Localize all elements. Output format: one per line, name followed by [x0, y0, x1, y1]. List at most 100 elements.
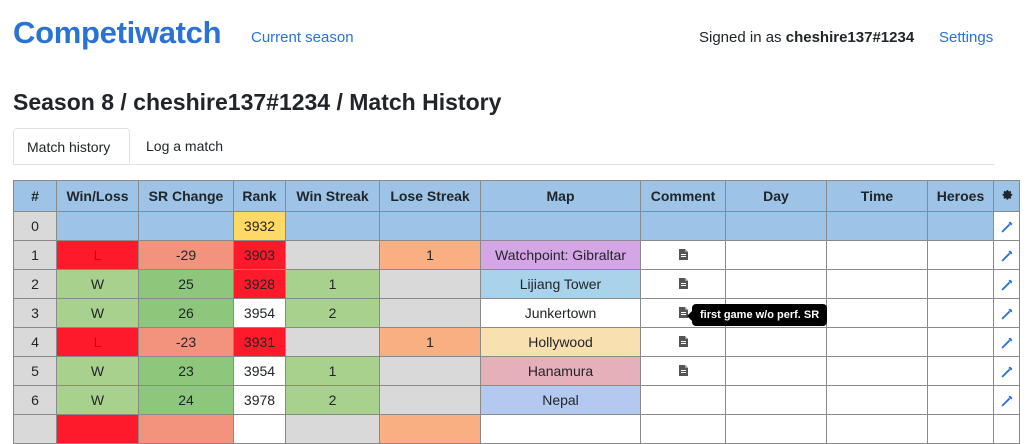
partial-cell [993, 414, 1020, 444]
table-settings-button[interactable] [993, 180, 1020, 212]
pencil-icon[interactable] [1000, 336, 1014, 350]
sr-change-cell [138, 211, 234, 241]
heroes-cell [927, 269, 994, 299]
document-icon[interactable] [678, 278, 688, 289]
column-header-number: # [13, 180, 57, 212]
lose-streak-cell [379, 356, 481, 386]
table-row: 3 W 26 3954 2 Junkertown [13, 298, 1020, 328]
map-cell: Watchpoint: Gibraltar [480, 240, 641, 270]
pencil-icon[interactable] [1000, 394, 1014, 408]
table-row: 2 W 25 3928 1 Lijiang Tower [13, 269, 1020, 299]
partial-cell [13, 414, 57, 444]
comment-tooltip: first game w/o perf. SR [686, 304, 828, 326]
partial-cell [640, 414, 726, 444]
time-cell [826, 356, 928, 386]
edit-button-cell[interactable] [993, 211, 1020, 241]
heroes-cell [927, 385, 994, 415]
win-streak-cell [285, 240, 380, 270]
partial-cell [826, 414, 928, 444]
page-title: Season 8 / cheshire137#1234 / Match Hist… [13, 89, 502, 115]
win-loss-cell: L [56, 327, 139, 357]
match-number-cell: 1 [13, 240, 57, 270]
edit-button-cell[interactable] [993, 385, 1020, 415]
lose-streak-cell: 1 [379, 240, 481, 270]
time-cell [826, 327, 928, 357]
partial-cell [379, 414, 481, 444]
match-number-cell: 0 [13, 211, 57, 241]
signed-in-status: Signed in as cheshire137#1234 [699, 29, 914, 46]
rank-cell: 3932 [233, 211, 286, 241]
map-cell: Nepal [480, 385, 641, 415]
edit-button-cell[interactable] [993, 356, 1020, 386]
column-header-win-streak: Win Streak [285, 180, 380, 212]
edit-button-cell[interactable] [993, 327, 1020, 357]
win-loss-cell: W [56, 269, 139, 299]
document-icon[interactable] [678, 365, 688, 376]
day-cell [725, 385, 827, 415]
heroes-cell [927, 240, 994, 270]
tab-match-history[interactable]: Match history [13, 128, 130, 164]
edit-button-cell[interactable] [993, 269, 1020, 299]
pencil-icon[interactable] [1000, 249, 1014, 263]
gear-icon [1002, 190, 1012, 200]
document-icon[interactable] [678, 336, 688, 347]
column-header-lose-streak: Lose Streak [379, 180, 481, 212]
match-number-cell: 4 [13, 327, 57, 357]
pencil-icon[interactable] [1000, 307, 1014, 321]
sr-change-cell: 26 [138, 298, 234, 328]
comment-cell [640, 269, 726, 299]
edit-button-cell[interactable] [993, 298, 1020, 328]
table-row: 1 L -29 3903 1 Watchpoint: Gibraltar [13, 240, 1020, 270]
document-icon[interactable] [678, 249, 688, 260]
pencil-icon[interactable] [1000, 220, 1014, 234]
table-row: 5 W 23 3954 1 Hanamura [13, 356, 1020, 386]
partial-cell [56, 414, 139, 444]
table-header-row: # Win/Loss SR Change Rank Win Streak Los… [13, 180, 1020, 212]
column-header-map: Map [480, 180, 641, 212]
match-number-cell: 6 [13, 385, 57, 415]
lose-streak-cell [379, 385, 481, 415]
top-navbar: Competiwatch Current season Signed in as… [0, 0, 1034, 70]
comment-cell [640, 211, 726, 241]
heroes-cell [927, 211, 994, 241]
partial-cell [480, 414, 641, 444]
heroes-cell [927, 298, 994, 328]
day-cell [725, 240, 827, 270]
time-cell [826, 385, 928, 415]
match-number-cell: 3 [13, 298, 57, 328]
column-header-win-loss: Win/Loss [56, 180, 139, 212]
lose-streak-cell [379, 298, 481, 328]
settings-link[interactable]: Settings [939, 29, 993, 46]
lose-streak-cell [379, 211, 481, 241]
table-row: 6 W 24 3978 2 Nepal [13, 385, 1020, 415]
partial-cell [725, 414, 827, 444]
lose-streak-cell: 1 [379, 327, 481, 357]
match-history-table: # Win/Loss SR Change Rank Win Streak Los… [13, 180, 1020, 444]
sr-change-cell: 23 [138, 356, 234, 386]
time-cell [826, 240, 928, 270]
pencil-icon[interactable] [1000, 278, 1014, 292]
sr-change-cell: -23 [138, 327, 234, 357]
rank-cell: 3978 [233, 385, 286, 415]
day-cell [725, 269, 827, 299]
column-header-rank: Rank [233, 180, 286, 212]
lose-streak-cell [379, 269, 481, 299]
edit-button-cell[interactable] [993, 240, 1020, 270]
brand-logo-link[interactable]: Competiwatch [13, 15, 222, 51]
partial-cell [285, 414, 380, 444]
tab-log-a-match[interactable]: Log a match [133, 128, 243, 164]
win-loss-cell: W [56, 356, 139, 386]
rank-cell: 3954 [233, 298, 286, 328]
signed-in-username: cheshire137#1234 [785, 29, 915, 46]
win-loss-cell [56, 211, 139, 241]
match-number-cell: 5 [13, 356, 57, 386]
win-streak-cell: 2 [285, 298, 380, 328]
signed-in-prefix: Signed in as [699, 29, 786, 46]
win-streak-cell: 1 [285, 356, 380, 386]
win-streak-cell [285, 327, 380, 357]
pencil-icon[interactable] [1000, 365, 1014, 379]
table-row: 4 L -23 3931 1 Hollywood [13, 327, 1020, 357]
partial-cell [138, 414, 234, 444]
current-season-link[interactable]: Current season [251, 29, 354, 46]
map-cell: Hollywood [480, 327, 641, 357]
